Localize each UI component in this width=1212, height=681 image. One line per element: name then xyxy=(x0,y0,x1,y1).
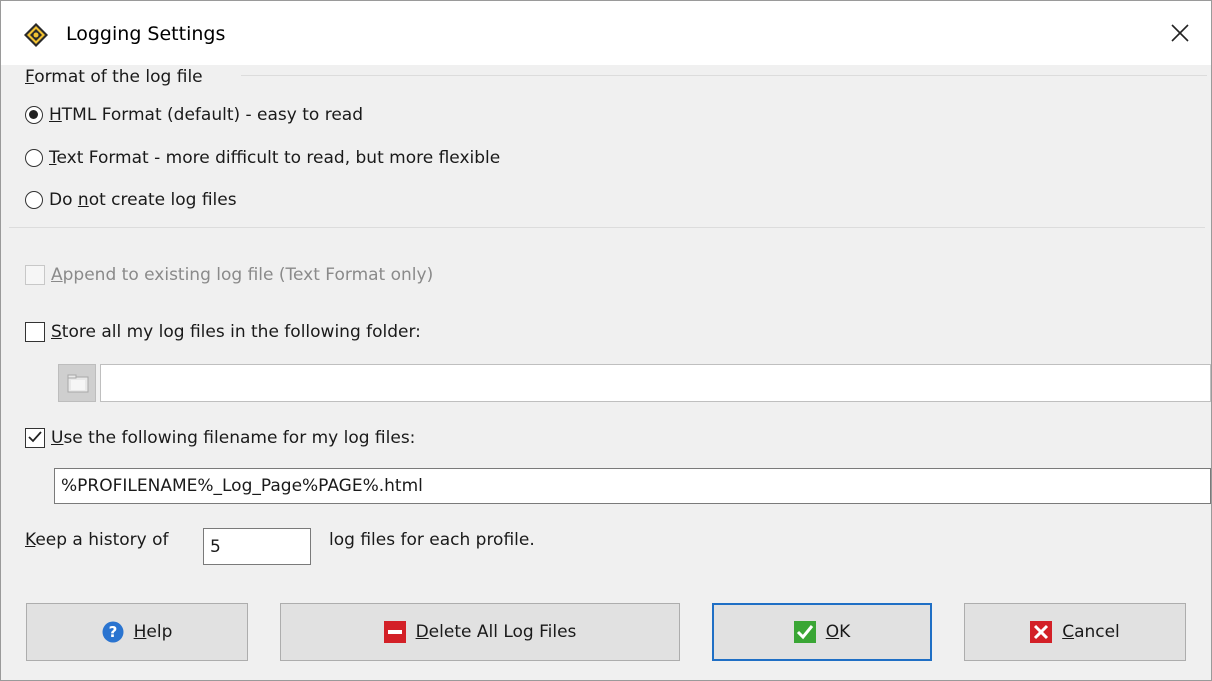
history-count-input[interactable]: 5 xyxy=(203,528,311,565)
delete-label: Delete All Log Files xyxy=(415,622,577,642)
append-checkbox-row[interactable]: Append to existing log file (Text Format… xyxy=(25,265,433,285)
use-filename-checkbox-row[interactable]: Use the following filename for my log fi… xyxy=(25,428,415,448)
ok-check-icon xyxy=(793,621,816,643)
use-filename-checkbox[interactable] xyxy=(25,428,45,448)
radio-button[interactable] xyxy=(25,106,43,124)
history-prefix-label: Keep a history of xyxy=(25,530,169,550)
close-icon xyxy=(1171,24,1189,42)
radio-button[interactable] xyxy=(25,149,43,167)
help-button[interactable]: ? Help xyxy=(26,603,248,661)
cancel-label: Cancel xyxy=(1062,622,1120,642)
store-folder-label: Store all my log files in the following … xyxy=(51,322,421,342)
radio-button[interactable] xyxy=(25,191,43,209)
radio-label: Do not create log files xyxy=(49,190,237,210)
cancel-button[interactable]: Cancel xyxy=(964,603,1186,661)
svg-text:?: ? xyxy=(108,623,117,641)
browse-folder-button[interactable] xyxy=(58,364,96,402)
radio-label: Text Format - more difficult to read, bu… xyxy=(49,148,501,168)
logging-settings-dialog: Logging Settings Format of the log file … xyxy=(0,0,1212,681)
help-label: Help xyxy=(133,622,173,642)
title-bar: Logging Settings xyxy=(1,1,1211,65)
app-diamond-icon xyxy=(23,22,49,48)
radio-html-format[interactable]: HTML Format (default) - easy to read xyxy=(25,105,363,125)
close-button[interactable] xyxy=(1149,1,1211,65)
store-folder-checkbox-row[interactable]: Store all my log files in the following … xyxy=(25,322,421,342)
folder-icon xyxy=(67,374,89,393)
ok-button[interactable]: OK xyxy=(712,603,932,661)
use-filename-label: Use the following filename for my log fi… xyxy=(51,428,416,448)
folder-path-input[interactable] xyxy=(100,364,1211,402)
store-folder-checkbox[interactable] xyxy=(25,322,45,342)
history-suffix-label: log files for each profile. xyxy=(329,530,535,550)
checkmark-icon xyxy=(28,431,42,443)
radio-label: HTML Format (default) - easy to read xyxy=(49,105,364,125)
filename-input[interactable]: %PROFILENAME%_Log_Page%PAGE%.html xyxy=(54,468,1211,504)
cancel-x-icon xyxy=(1030,621,1053,643)
ok-label: OK xyxy=(825,622,851,642)
append-label: Append to existing log file (Text Format… xyxy=(51,265,434,285)
delete-all-button[interactable]: Delete All Log Files xyxy=(280,603,680,661)
radio-text-format[interactable]: Text Format - more difficult to read, bu… xyxy=(25,148,500,168)
format-group-label: Format of the log file xyxy=(25,67,203,87)
help-icon: ? xyxy=(102,621,124,643)
delete-icon xyxy=(383,621,406,643)
radio-no-log[interactable]: Do not create log files xyxy=(25,190,237,210)
append-checkbox[interactable] xyxy=(25,265,45,285)
window-title: Logging Settings xyxy=(66,23,226,45)
